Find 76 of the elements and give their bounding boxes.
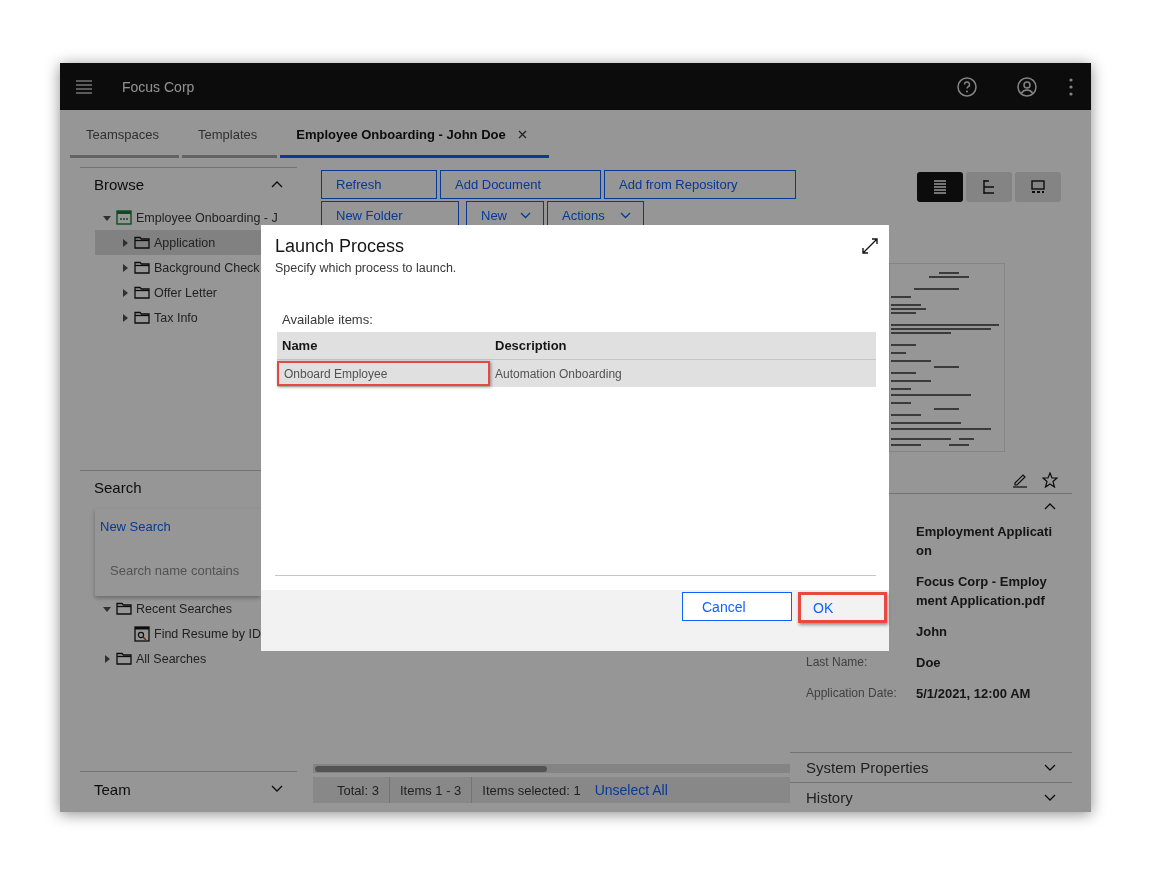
chevron-icon[interactable] — [271, 785, 283, 793]
panel-title: Search — [94, 478, 142, 496]
property-label: Last Name: — [806, 654, 869, 671]
view-toggle[interactable] — [1015, 172, 1061, 202]
unselect-all-link[interactable]: Unselect All — [590, 782, 672, 798]
section-title: History — [806, 789, 853, 806]
caret-icon[interactable] — [103, 604, 111, 613]
folder-icon — [116, 602, 132, 615]
tab[interactable]: Templates — [182, 114, 278, 158]
tree-item[interactable]: Employee Onboarding - J — [95, 205, 297, 230]
calendar-icon — [116, 210, 132, 225]
property-value: 5/1/2021, 12:00 AM — [916, 685, 1032, 703]
menu-icon[interactable] — [76, 79, 92, 94]
table-cell-text: Automation Onboarding — [494, 366, 623, 381]
edit-icon[interactable] — [1012, 472, 1028, 488]
close-icon[interactable] — [517, 130, 527, 139]
folder-icon — [116, 652, 132, 665]
property-label: Application Date: — [806, 685, 898, 702]
toolbar-button[interactable]: Add Document — [440, 170, 601, 199]
star-icon[interactable] — [1042, 472, 1058, 488]
caret-icon[interactable] — [103, 213, 111, 222]
item-range: Items 1 - 3 — [398, 782, 463, 798]
list-view-icon — [932, 179, 948, 195]
column-header: Name — [281, 338, 319, 353]
tree-item[interactable]: Find Resume by ID — [95, 621, 297, 646]
accordion-header[interactable]: History — [790, 782, 1072, 812]
view-toggle[interactable] — [917, 172, 963, 202]
tab[interactable]: Employee Onboarding - John Doe — [280, 114, 549, 158]
property-value: Employment Application — [916, 523, 1054, 560]
maximize-icon[interactable] — [861, 237, 879, 255]
chevron-icon[interactable] — [1044, 763, 1056, 772]
caret-icon[interactable] — [121, 238, 129, 247]
view-toggle[interactable] — [966, 172, 1012, 202]
user-icon[interactable] — [1017, 76, 1037, 97]
caret-icon[interactable] — [121, 288, 129, 297]
tree-item[interactable]: Recent Searches — [95, 596, 297, 621]
tab[interactable]: Teamspaces — [70, 114, 179, 158]
table-cell: Onboard Employee — [277, 361, 490, 386]
caret-icon[interactable] — [121, 313, 129, 322]
scrollbar[interactable] — [313, 764, 790, 773]
property-value: Doe — [916, 654, 942, 672]
dialog-button[interactable]: OK — [798, 592, 887, 623]
property-value: Focus Corp - Employment Application.pdf — [916, 573, 1048, 610]
list-label: Available items: — [282, 312, 374, 327]
search-field[interactable]: Search name contains — [100, 559, 270, 582]
app-title: Focus Corp — [122, 78, 195, 95]
section-title: System Properties — [806, 759, 929, 776]
tree-view-icon — [981, 179, 997, 195]
property-value: John — [916, 623, 949, 641]
filmstrip-view-icon — [1030, 179, 1046, 195]
dialog-button[interactable]: Cancel — [682, 592, 792, 621]
accordion-header[interactable]: System Properties — [790, 752, 1072, 782]
search-document-icon — [134, 625, 150, 642]
folder-icon — [134, 311, 150, 324]
tree-item[interactable]: All Searches — [95, 646, 297, 671]
overflow-menu-icon[interactable] — [1069, 77, 1073, 96]
folder-icon — [134, 286, 150, 299]
caret-icon[interactable] — [121, 263, 129, 272]
toolbar-button[interactable]: Add from Repository — [604, 170, 796, 199]
chevron-icon[interactable] — [271, 180, 283, 188]
column-header: Description — [494, 338, 568, 353]
chevron-icon[interactable] — [1044, 793, 1056, 802]
dialog-subtitle: Specify which process to launch. — [275, 261, 458, 275]
new-search-link[interactable]: New Search — [100, 519, 171, 534]
folder-icon — [134, 261, 150, 274]
table-row[interactable]: Onboard Employee Automation Onboarding — [277, 359, 876, 387]
selection-count: Items selected: 1 — [481, 782, 582, 798]
chevron-icon[interactable] — [1044, 502, 1056, 510]
help-icon[interactable] — [957, 76, 977, 97]
toolbar-button[interactable]: Refresh — [321, 170, 437, 199]
total-count: Total: 3 — [336, 782, 380, 798]
panel-title: Browse — [94, 175, 145, 193]
caret-icon[interactable] — [103, 654, 111, 663]
tree-item[interactable]: Offer Letter — [95, 280, 297, 305]
folder-icon — [134, 236, 150, 249]
panel-title: Team — [94, 780, 131, 798]
